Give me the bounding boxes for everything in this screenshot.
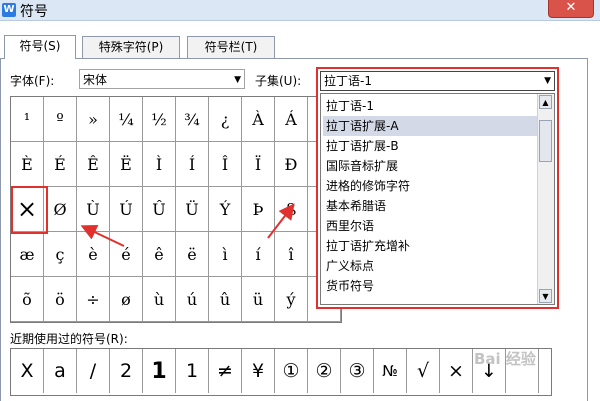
- recent-symbol[interactable]: ②: [308, 349, 341, 393]
- subset-option[interactable]: 基本希腊语: [323, 196, 538, 216]
- recent-symbol[interactable]: X: [11, 349, 44, 393]
- subset-select-value: 拉丁语-1: [324, 74, 372, 88]
- recent-symbol[interactable]: ③: [341, 349, 374, 393]
- subset-option-selected[interactable]: 拉丁语扩展-A: [323, 116, 538, 136]
- recent-symbol[interactable]: a: [44, 349, 77, 393]
- subset-option[interactable]: 拉丁语扩充增补: [323, 236, 538, 256]
- recent-symbol[interactable]: 1: [143, 349, 176, 393]
- recent-symbol[interactable]: √: [407, 349, 440, 393]
- recent-symbol[interactable]: ①: [275, 349, 308, 393]
- recent-symbol[interactable]: ¥: [242, 349, 275, 393]
- tab-symbols[interactable]: 符号(S): [4, 35, 76, 59]
- dropdown-scrollbar[interactable]: ▲ ▼: [537, 94, 554, 304]
- subset-option[interactable]: 广义标点: [323, 256, 538, 276]
- subset-option[interactable]: 拉丁语扩展-B: [323, 136, 538, 156]
- subset-dropdown-list: 拉丁语-1 拉丁语扩展-A 拉丁语扩展-B 国际音标扩展 进格的修饰字符 基本希…: [320, 93, 555, 305]
- subset-option[interactable]: 拉丁语-1: [323, 96, 538, 116]
- recent-symbol[interactable]: ×: [440, 349, 473, 393]
- subset-option[interactable]: 进格的修饰字符: [323, 176, 538, 196]
- recent-symbols-row: X a / 2 1 1 ≠ ¥ ① ② ③ № √ × ↓: [10, 348, 552, 396]
- recent-symbol[interactable]: №: [374, 349, 407, 393]
- annotation-arrow-left: [80, 225, 125, 247]
- recent-symbol[interactable]: 1: [176, 349, 209, 393]
- subset-option[interactable]: 西里尔语: [323, 216, 538, 236]
- subset-option[interactable]: 货币符号: [323, 276, 538, 296]
- scrollbar-thumb[interactable]: [539, 120, 552, 162]
- scroll-up-icon[interactable]: ▲: [539, 95, 552, 109]
- annotation-arrow-right: [267, 203, 295, 239]
- subset-option[interactable]: 国际音标扩展: [323, 156, 538, 176]
- recent-symbol[interactable]: 2: [110, 349, 143, 393]
- recent-symbol[interactable]: ≠: [209, 349, 242, 393]
- subset-dropdown-highlight: 拉丁语-1 ▼ 拉丁语-1 拉丁语扩展-A 拉丁语扩展-B 国际音标扩展 进格的…: [316, 67, 559, 309]
- recent-symbol[interactable]: /: [77, 349, 110, 393]
- scroll-down-icon[interactable]: ▼: [539, 289, 552, 303]
- subset-select[interactable]: 拉丁语-1 ▼: [320, 71, 555, 91]
- chevron-down-icon: ▼: [544, 76, 551, 86]
- watermark: Bai 经验: [474, 350, 536, 368]
- recent-symbols-label: 近期使用过的符号(R):: [10, 332, 128, 346]
